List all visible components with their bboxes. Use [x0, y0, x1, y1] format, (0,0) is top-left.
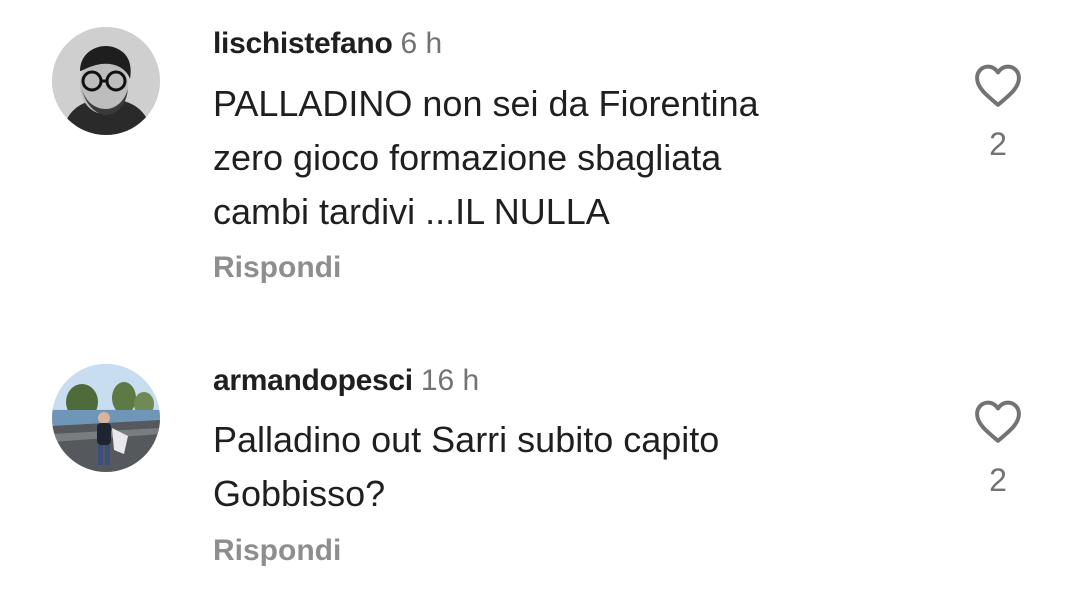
comment-meta: lischistefano 6 h [213, 27, 442, 61]
reply-button[interactable]: Rispondi [213, 534, 341, 568]
heart-outline-icon[interactable] [972, 62, 1024, 108]
comment-text-line: Palladino out Sarri subito capito [213, 419, 720, 460]
comment-meta: armandopesci 16 h [213, 364, 479, 398]
like-group: 2 [968, 398, 1028, 499]
comment-text-line: cambi tardivi ...IL NULLA [213, 191, 610, 232]
like-count: 2 [989, 126, 1007, 162]
comment-text-line: zero gioco formazione sbagliata [213, 137, 722, 178]
avatar[interactable] [52, 27, 160, 135]
user-avatar-icon [52, 27, 160, 135]
comment-text: PALLADINO non sei da Fiorentina zero gio… [213, 77, 913, 239]
username[interactable]: lischistefano [213, 27, 393, 60]
heart-outline-icon[interactable] [972, 398, 1024, 444]
like-count: 2 [989, 462, 1007, 498]
like-group: 2 [968, 62, 1028, 163]
comment-time: 16 h [420, 364, 480, 397]
comment-text-line: PALLADINO non sei da Fiorentina [213, 83, 759, 124]
reply-button[interactable]: Rispondi [213, 251, 341, 285]
comment-text: Palladino out Sarri subito capito Gobbis… [213, 413, 913, 521]
avatar[interactable] [52, 364, 160, 472]
comment-time: 6 h [400, 27, 443, 60]
username[interactable]: armandopesci [213, 364, 413, 397]
user-avatar-icon [52, 364, 160, 472]
comment-text-line: Gobbisso? [213, 473, 386, 514]
